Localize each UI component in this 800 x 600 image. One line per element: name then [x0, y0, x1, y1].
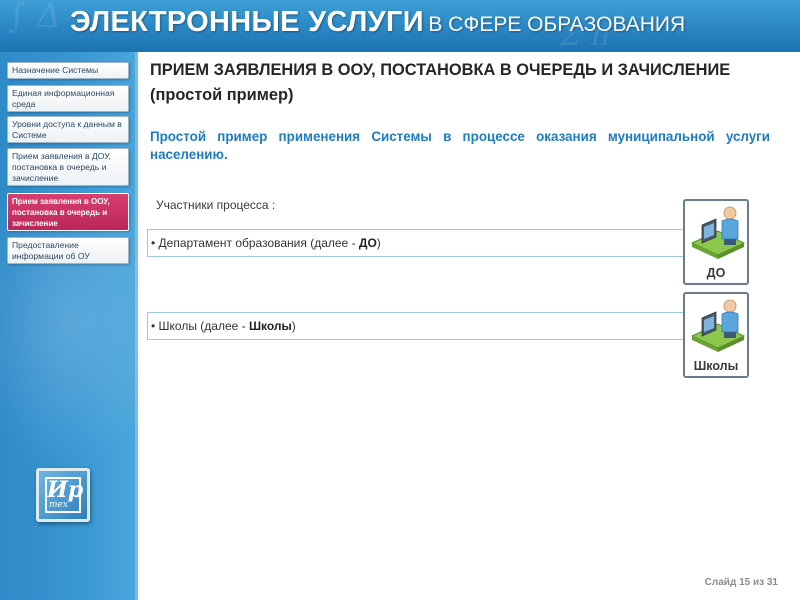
logo-sub: тех: [49, 500, 68, 510]
sidebar-item-system-purpose[interactable]: Назначение Системы: [7, 62, 129, 79]
sidebar-item-label: Прием заявления в ООУ, постановка в очер…: [12, 197, 110, 228]
person-at-computer-icon: [690, 299, 746, 352]
sidebar-item-ou-information[interactable]: Предоставление информации об ОУ: [7, 237, 129, 264]
actor-box-do: ДО: [683, 199, 749, 285]
participant-row-schools: • Школы (далее - Школы): [147, 312, 685, 340]
actor-label: Школы: [693, 359, 739, 373]
person-at-computer-icon: [690, 206, 746, 259]
header-decoration: ∫ Δ: [8, 0, 62, 36]
page-title: ЭЛЕКТРОННЫЕ УСЛУГИ В СФЕРЕ ОБРАЗОВАНИЯ: [70, 6, 685, 39]
participants-label: Участники процесса :: [156, 198, 276, 212]
sidebar-item-info-environment[interactable]: Единая информационная среда: [7, 85, 129, 112]
actor-box-schools: Школы: [683, 292, 749, 378]
sidebar-item-label: Уровни доступа к данным в Системе: [12, 119, 122, 140]
participant-text: • Школы (далее -: [151, 319, 249, 333]
sidebar-item-label: Прием заявления в ДОУ, постановка в очер…: [12, 151, 111, 183]
slide-counter: Слайд 15 из 31: [704, 577, 778, 588]
sidebar-item-dou-application[interactable]: Прием заявления в ДОУ, постановка в очер…: [7, 148, 129, 186]
slide-heading: ПРИЕМ ЗАЯВЛЕНИЯ В ООУ, ПОСТАНОВКА В ОЧЕР…: [150, 61, 731, 104]
slide-header: ∫ Δ Σ π ЭЛЕКТРОННЫЕ УСЛУГИ В СФЕРЕ ОБРАЗ…: [0, 0, 800, 52]
sidebar-item-label: Предоставление информации об ОУ: [12, 240, 90, 261]
sidebar-item-oou-application[interactable]: Прием заявления в ООУ, постановка в очер…: [7, 193, 129, 231]
participant-suffix: ): [376, 236, 381, 250]
participant-abbrev: ДО: [358, 236, 377, 250]
company-logo: Ир тех: [36, 468, 90, 522]
participant-text: • Департамент образования (далее -: [151, 236, 359, 250]
sidebar-item-label: Назначение Системы: [12, 65, 99, 75]
sidebar-item-access-levels[interactable]: Уровни доступа к данным в Системе: [7, 116, 129, 143]
participant-suffix: ): [291, 319, 296, 333]
sidebar-item-label: Единая информационная среда: [12, 88, 115, 109]
participant-row-do: • Департамент образования (далее - ДО): [147, 229, 685, 257]
slide-subheading: Простой пример применения Системы в проц…: [150, 129, 770, 162]
actor-label: ДО: [706, 266, 726, 280]
sidebar-edge: [135, 52, 138, 600]
title-main: ЭЛЕКТРОННЫЕ УСЛУГИ: [70, 6, 424, 38]
title-sub: В СФЕРЕ ОБРАЗОВАНИЯ: [428, 13, 686, 36]
participant-abbrev: Школы: [248, 319, 292, 333]
